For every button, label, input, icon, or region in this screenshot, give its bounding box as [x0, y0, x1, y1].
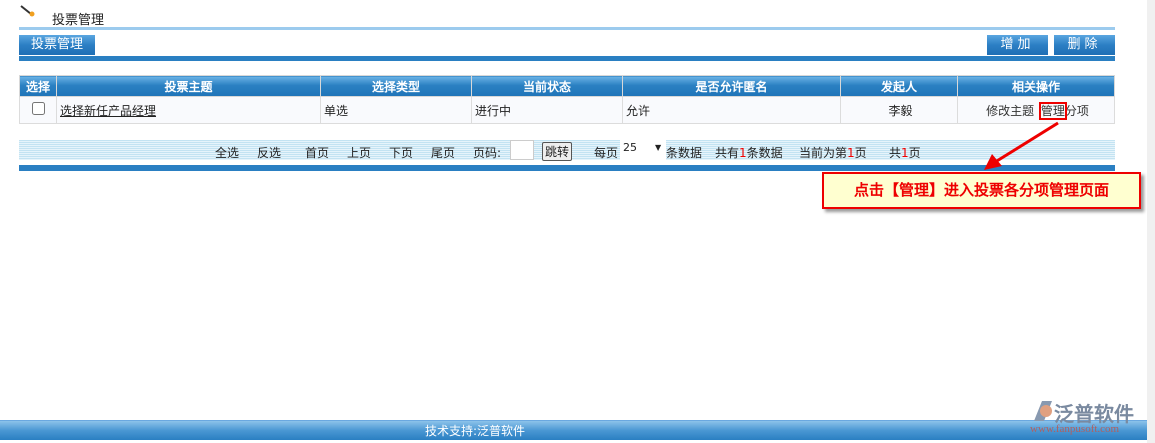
subject-link[interactable]: 选择新任产品经理 [60, 104, 156, 118]
total-records: 共有1条数据 [715, 146, 783, 160]
chevron-down-icon: ▼ [655, 143, 662, 152]
col-type: 选择类型 [320, 75, 472, 97]
table-row: 选择新任产品经理 单选 进行中 允许 李毅 修改主题 管理分项 [19, 96, 1115, 124]
add-button[interactable]: 增加 [987, 35, 1048, 55]
per-page-suffix: 条数据 [666, 146, 703, 160]
last-page-link[interactable]: 尾页 [431, 144, 455, 161]
col-anonymous: 是否允许匿名 [622, 75, 841, 97]
per-page-value: 25 [623, 141, 637, 154]
initiator-cell: 李毅 [840, 96, 958, 124]
logo-url: www.fanpusoft.com [1030, 423, 1120, 435]
footer [0, 420, 1147, 440]
annotation-arrow [984, 121, 1059, 170]
toolbar-bar [19, 56, 1115, 61]
col-subject: 投票主题 [56, 75, 321, 97]
logo: 泛普软件 www.fanpusoft.com [1030, 398, 1148, 436]
page-label: 页码: [473, 146, 502, 160]
pencil-icon [20, 5, 36, 17]
tab-vote-management[interactable]: 投票管理 [19, 35, 95, 55]
manage-suffix[interactable]: 分项 [1065, 104, 1089, 118]
page-input[interactable] [510, 140, 534, 160]
per-page-select[interactable]: 25 ▼ [620, 140, 666, 160]
manage-link[interactable]: 管理 [1038, 101, 1067, 120]
footer-text: 技术支持:泛普软件 [425, 424, 526, 438]
row-checkbox[interactable] [31, 102, 45, 115]
select-all-link[interactable]: 全选 [215, 144, 239, 161]
vote-table: 选择 投票主题 选择类型 当前状态 是否允许匿名 发起人 相关操作 选择新任产品… [19, 75, 1115, 124]
current-page: 当前为第1页 [799, 146, 867, 160]
type-cell: 单选 [320, 96, 472, 124]
per-page-label: 每页 [594, 146, 619, 160]
col-actions: 相关操作 [957, 75, 1115, 97]
pager-bar [19, 165, 1115, 171]
first-page-link[interactable]: 首页 [305, 144, 329, 161]
total-pages: 共1页 [889, 146, 921, 160]
col-status: 当前状态 [471, 75, 623, 97]
anonymous-cell: 允许 [622, 96, 841, 124]
pager: 全选 反选 首页 上页 下页 尾页 页码: 跳转 每页 25 ▼ 条数据 共有1条… [19, 140, 1115, 161]
scrollbar[interactable] [1147, 0, 1155, 443]
next-page-link[interactable]: 下页 [389, 144, 413, 161]
prev-page-link[interactable]: 上页 [347, 144, 371, 161]
page-title: 投票管理 [52, 13, 105, 28]
edit-subject-link[interactable]: 修改主题 [986, 104, 1034, 118]
jump-button[interactable]: 跳转 [542, 142, 573, 161]
status-cell: 进行中 [471, 96, 623, 124]
delete-button[interactable]: 删除 [1054, 35, 1115, 55]
annotation-callout: 点击【管理】进入投票各分项管理页面 [822, 172, 1141, 209]
invert-link[interactable]: 反选 [257, 144, 281, 161]
title-divider [19, 27, 1115, 30]
col-select: 选择 [19, 75, 57, 97]
col-initiator: 发起人 [840, 75, 958, 97]
